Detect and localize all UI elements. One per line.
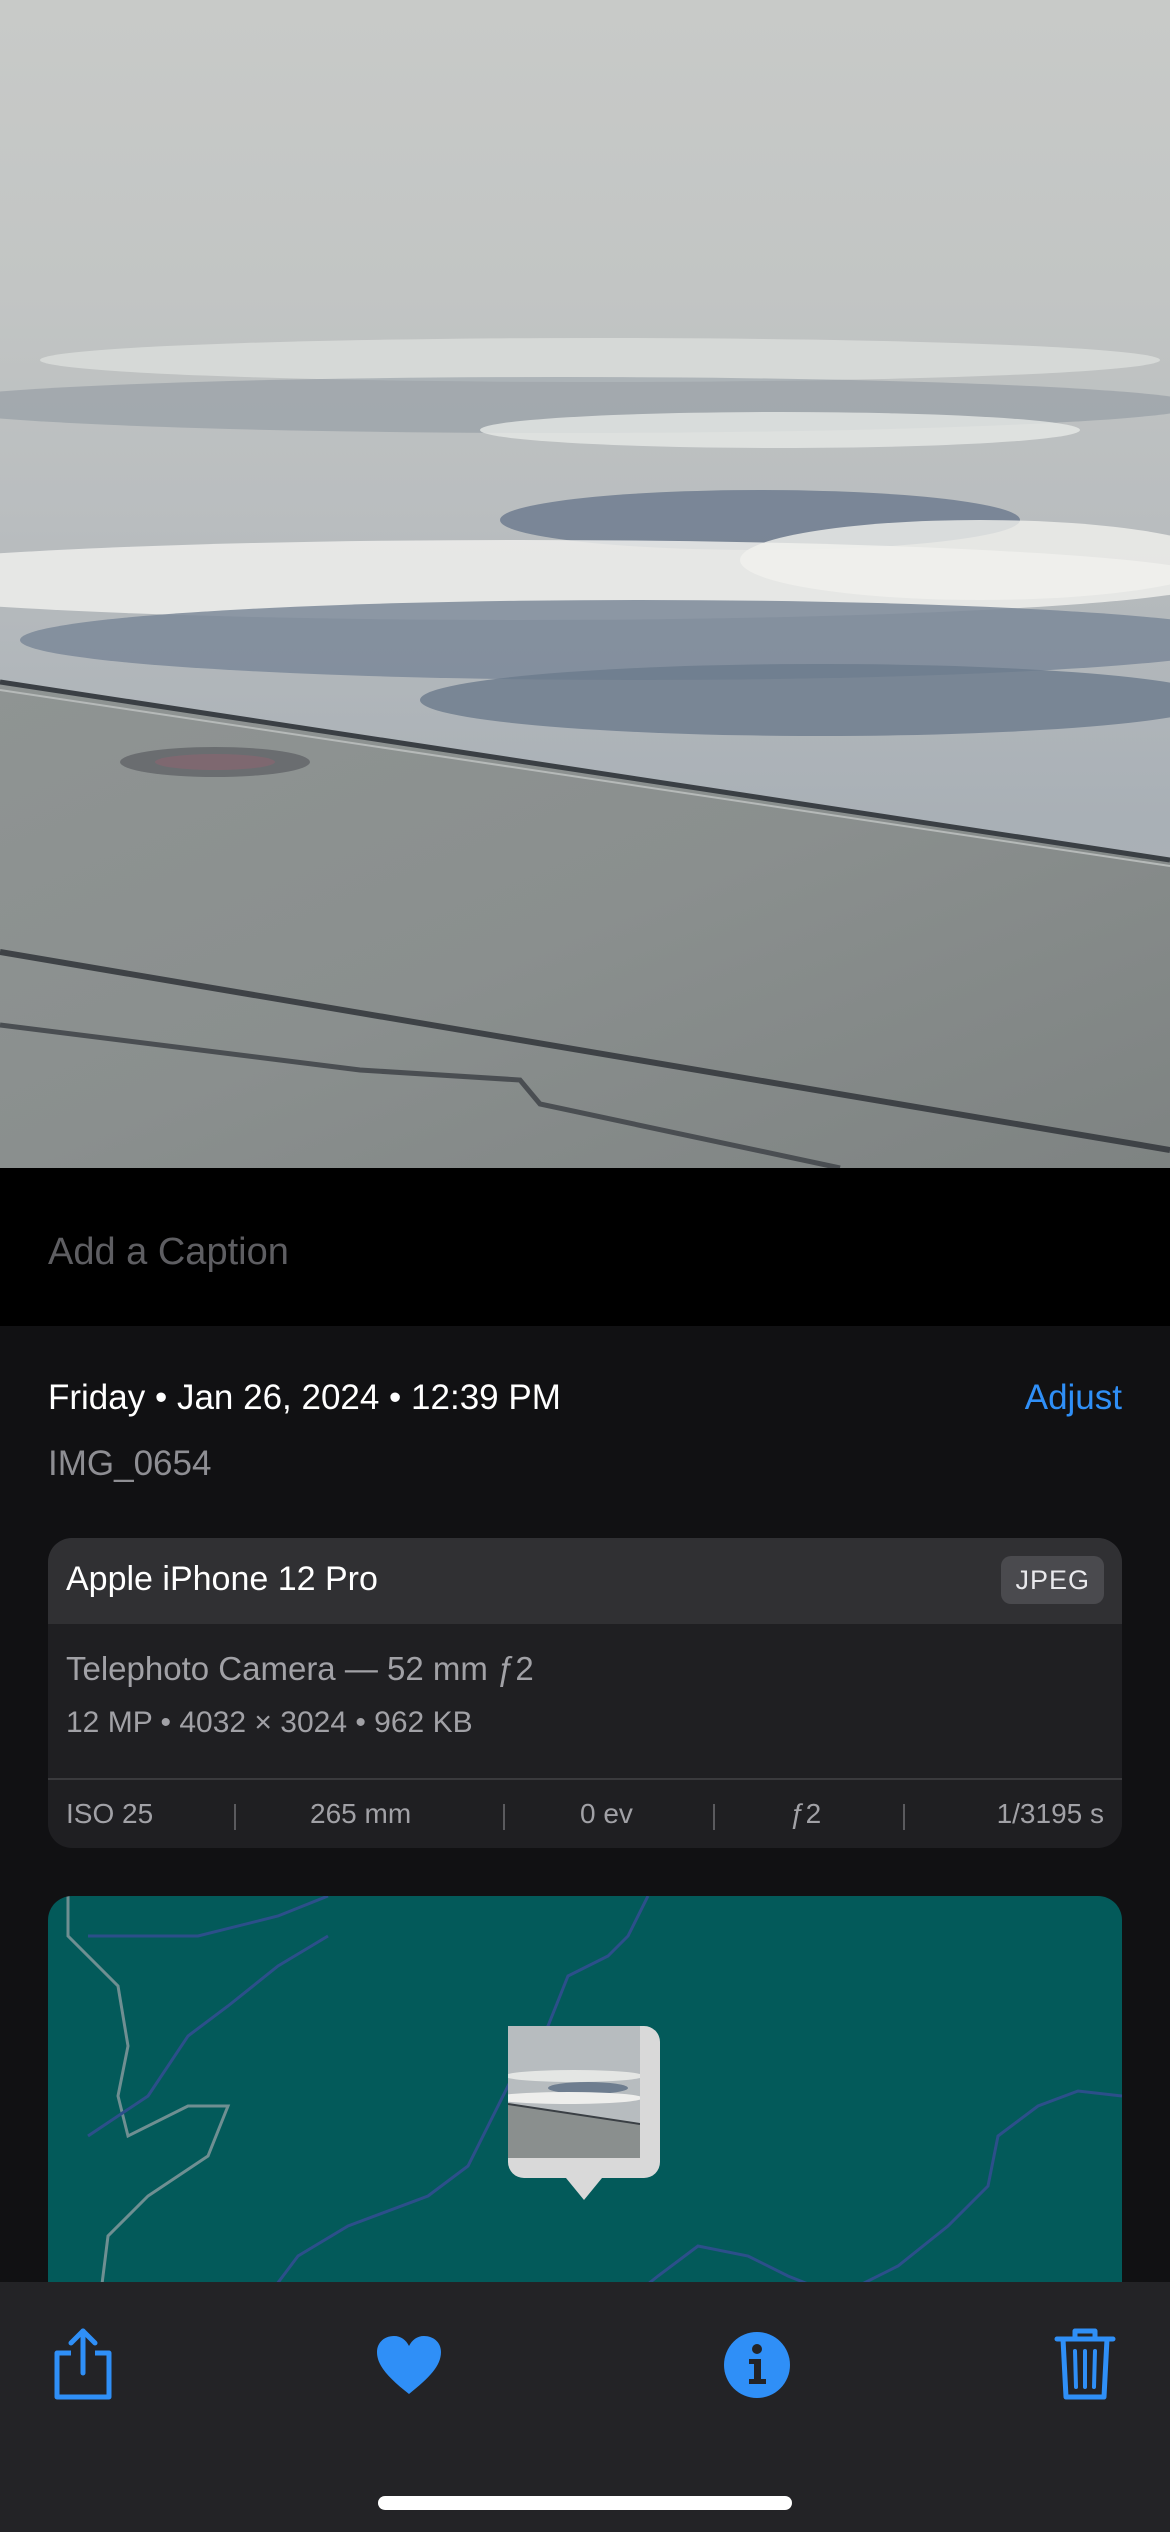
favorite-button[interactable] bbox=[364, 2320, 454, 2410]
divider bbox=[234, 1804, 236, 1830]
delete-button[interactable] bbox=[1040, 2320, 1130, 2410]
date-time-label: Friday • Jan 26, 2024 • 12:39 PM bbox=[48, 1378, 561, 1417]
caption-area bbox=[0, 1168, 1170, 1326]
image-specs-label: 12 MP • 4032 × 3024 • 962 KB bbox=[66, 1706, 473, 1739]
heart-icon bbox=[377, 2336, 441, 2394]
iso-value: ISO 25 bbox=[66, 1798, 154, 1829]
divider bbox=[503, 1804, 505, 1830]
photo-location-pin[interactable] bbox=[508, 2026, 660, 2200]
pin-pointer bbox=[566, 2178, 602, 2200]
caption-input[interactable] bbox=[48, 1222, 1118, 1282]
share-icon bbox=[54, 2328, 112, 2400]
focal-length-value: 265 mm bbox=[310, 1798, 412, 1829]
bottom-toolbar bbox=[0, 2282, 1170, 2532]
exif-row: ISO 25 265 mm 0 ev ƒ2 1/3195 s bbox=[48, 1780, 1122, 1848]
divider bbox=[713, 1804, 715, 1830]
aperture-value: ƒ2 bbox=[790, 1798, 822, 1829]
device-name: Apple iPhone 12 Pro bbox=[66, 1560, 378, 1598]
home-indicator[interactable] bbox=[378, 2496, 792, 2510]
photo-view[interactable] bbox=[0, 0, 1170, 1168]
info-panel: Friday • Jan 26, 2024 • 12:39 PM Adjust … bbox=[0, 1326, 1170, 2316]
trash-icon bbox=[1054, 2328, 1116, 2400]
camera-info-card: Apple iPhone 12 Pro JPEG Telephoto Camer… bbox=[48, 1538, 1122, 1848]
adjust-button[interactable]: Adjust bbox=[1025, 1378, 1122, 1418]
camera-lens-label: Telephoto Camera — 52 mm ƒ2 bbox=[66, 1650, 534, 1687]
exposure-value: 0 ev bbox=[580, 1798, 633, 1829]
location-map[interactable] bbox=[48, 1896, 1122, 2316]
card-header: Apple iPhone 12 Pro JPEG bbox=[48, 1538, 1122, 1624]
share-button[interactable] bbox=[38, 2320, 128, 2410]
divider bbox=[903, 1804, 905, 1830]
info-icon bbox=[724, 2332, 790, 2398]
format-badge: JPEG bbox=[1001, 1556, 1104, 1604]
photo-thumbnail bbox=[508, 2026, 650, 2168]
filename-label: IMG_0654 bbox=[48, 1444, 212, 1483]
photo-image bbox=[0, 0, 1170, 1168]
info-button[interactable] bbox=[712, 2320, 802, 2410]
shutter-speed-value: 1/3195 s bbox=[996, 1798, 1104, 1829]
